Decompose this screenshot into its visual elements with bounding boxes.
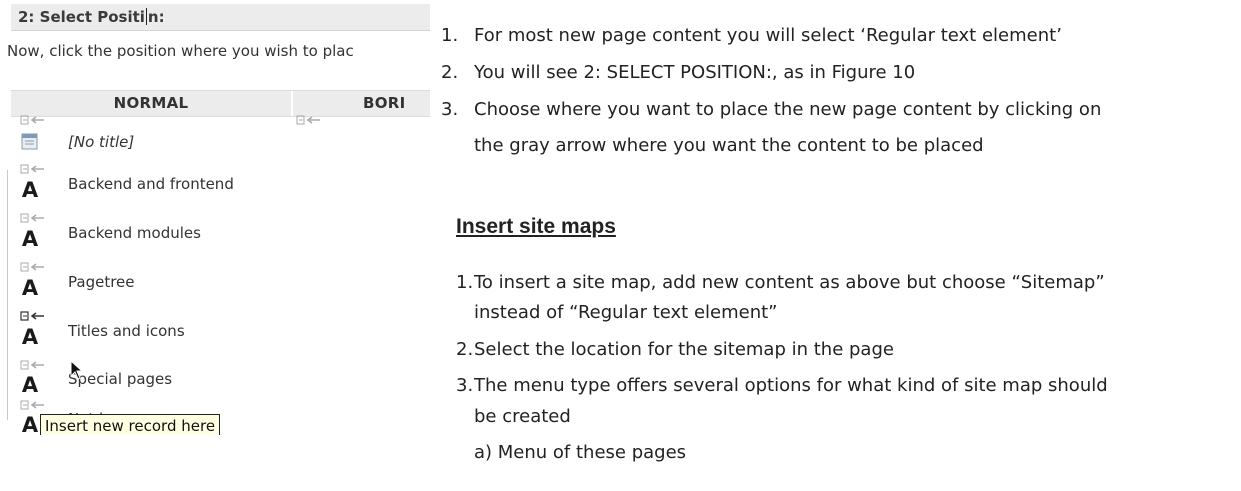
record-label: [No title]	[68, 133, 135, 151]
instruction-text: Now, click the position where you wish t…	[7, 42, 354, 60]
list-item: A Backend and frontend	[20, 173, 320, 205]
list-text-continuation: the gray arrow where you want the conten…	[474, 135, 984, 156]
list-text: For most new page content you will selec…	[474, 25, 1062, 46]
column-header-row: NORMAL BORI	[11, 90, 430, 117]
text-caret	[145, 8, 147, 25]
section-heading-text-end: n:	[147, 8, 165, 26]
list-number: 2.	[441, 62, 459, 83]
section-heading-sitemaps: Insert site maps	[456, 215, 616, 238]
list-number: 2.	[456, 339, 474, 360]
list-text-continuation: be created	[474, 406, 571, 427]
list-number: 1.	[456, 272, 474, 293]
record-label: Titles and icons	[68, 322, 185, 340]
tooltip: Insert new record here	[40, 414, 221, 435]
mouse-pointer-icon	[70, 359, 84, 384]
text-element-icon: A	[21, 325, 39, 349]
list-text: To insert a site map, add new content as…	[474, 272, 1105, 293]
list-item: A Backend modules	[20, 222, 320, 254]
list-item: 1. For most new page content you will se…	[441, 24, 1241, 48]
list-number: 3.	[441, 99, 459, 120]
list-text: Choose where you want to place the new p…	[474, 99, 1102, 120]
list-number: 3.	[456, 375, 474, 396]
record-label: Backend and frontend	[68, 175, 234, 193]
list-item: A Titles and icons	[20, 320, 320, 352]
text-element-icon: A	[21, 373, 39, 397]
list-item: 2. Select the location for the sitemap i…	[441, 338, 1241, 362]
text-element-icon: A	[21, 227, 39, 251]
list-text-continuation: instead of “Regular text element”	[474, 302, 778, 323]
section-heading: 2: Select Positi n:	[11, 4, 430, 31]
divider	[7, 170, 8, 420]
list-item: A Pagetree	[20, 271, 320, 303]
record-label: Pagetree	[68, 273, 135, 291]
list-item: 1. To insert a site map, add new content…	[441, 271, 1241, 295]
list-text: Select the location for the sitemap in t…	[474, 339, 894, 360]
list-item: A Special pages	[20, 368, 320, 400]
text-element-icon: A	[21, 178, 39, 202]
sub-list-item: a) Menu of these pages	[474, 442, 687, 463]
list-item: 3. The menu type offers several options …	[441, 374, 1241, 398]
list-number: 1.	[441, 25, 459, 46]
list-item: [No title]	[20, 124, 320, 156]
column-header-normal: NORMAL	[11, 91, 293, 116]
column-header-border: BORI	[363, 94, 406, 112]
list-text: You will see 2: SELECT POSITION:, as in …	[474, 62, 916, 83]
section-heading-text: 2: Select Positi	[18, 8, 145, 26]
list-item: 2. You will see 2: SELECT POSITION:, as …	[441, 61, 1241, 85]
list-item: 3. Choose where you want to place the ne…	[441, 98, 1241, 122]
text-element-icon: A	[21, 413, 39, 435]
figure-screenshot: 2: Select Positi n: Now, click the positi…	[0, 0, 430, 435]
list-text: The menu type offers several options for…	[474, 375, 1108, 396]
page-icon	[20, 130, 40, 152]
record-label: Backend modules	[68, 224, 201, 242]
text-element-icon: A	[21, 276, 39, 300]
